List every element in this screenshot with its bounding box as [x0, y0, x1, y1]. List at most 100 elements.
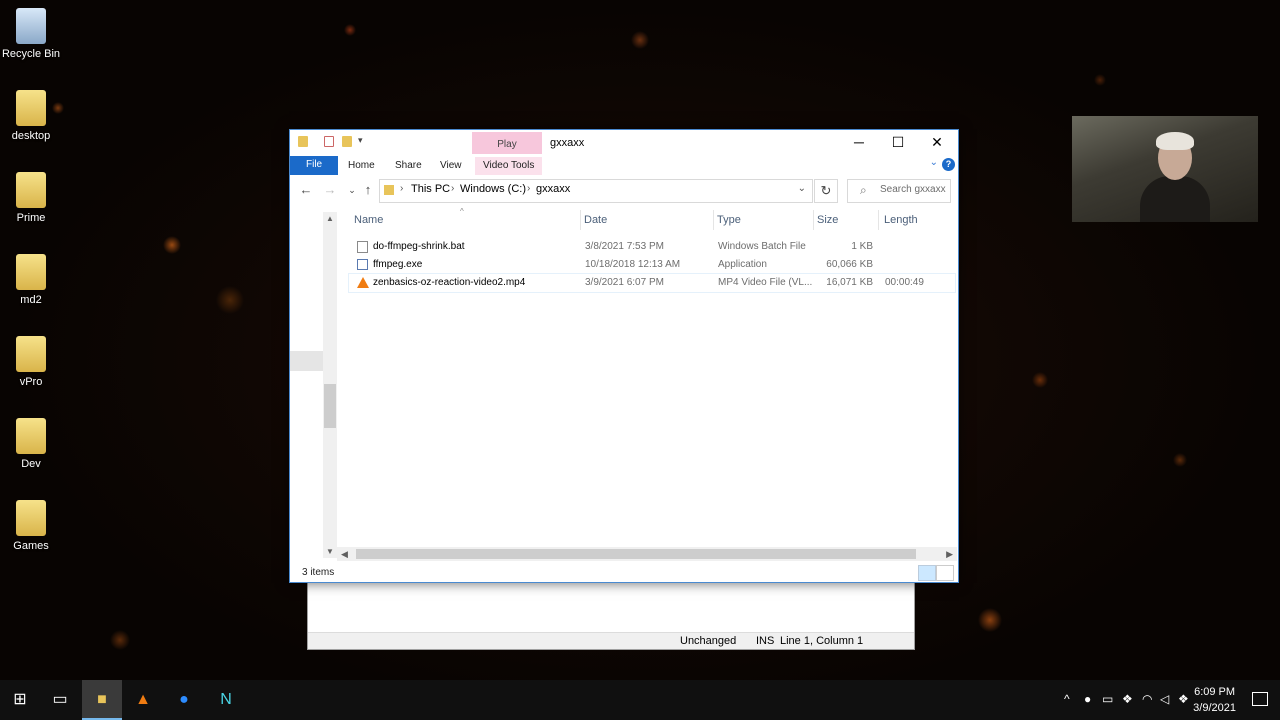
microphone-icon[interactable]: ●	[1084, 692, 1091, 706]
new-folder-icon[interactable]	[342, 136, 352, 147]
editor-status-bar: Unchanged INS Line 1, Column 1	[308, 632, 914, 649]
column-type[interactable]: Type	[717, 214, 741, 226]
search-box[interactable]: ⌕ Search gxxaxx	[847, 179, 951, 203]
file-explorer-window[interactable]: ▾ Play gxxaxx ─ ☐ ✕ File Home Share View…	[289, 129, 959, 583]
clock-date: 3/9/2021	[1193, 702, 1236, 714]
breadcrumb-separator-icon[interactable]: ›	[400, 183, 403, 194]
file-length: 00:00:49	[885, 277, 924, 288]
clock-time: 6:09 PM	[1194, 686, 1236, 698]
folder-shortcut-icon	[16, 90, 46, 126]
recent-locations-icon[interactable]: ⌄	[344, 182, 360, 198]
column-length[interactable]: Length	[884, 214, 918, 226]
close-button[interactable]: ✕	[918, 130, 956, 154]
tab-home[interactable]: Home	[340, 157, 383, 175]
breadcrumb-separator-icon[interactable]: ›	[451, 183, 454, 194]
column-headers: ^ Name Date Type Size Length	[337, 207, 957, 230]
file-type: MP4 Video File (VL...	[718, 277, 813, 288]
maximize-button[interactable]: ☐	[879, 130, 917, 154]
scroll-up-icon[interactable]: ▲	[323, 214, 337, 223]
navigation-bar: ← → ⌄ ↑ › This PC › Windows (C:) › gxxax…	[290, 178, 958, 204]
tab-view[interactable]: View	[432, 157, 470, 175]
file-row[interactable]: ffmpeg.exe 10/18/2018 12:13 AM Applicati…	[349, 256, 955, 274]
refresh-icon[interactable]: ↻	[814, 179, 838, 203]
webcam-person-body	[1140, 176, 1210, 222]
address-dropdown-icon[interactable]: ⌄	[798, 183, 806, 194]
tab-file[interactable]: File	[290, 156, 339, 175]
details-view-icon[interactable]	[918, 565, 936, 581]
dropbox-icon[interactable]: ❖	[1122, 692, 1133, 706]
desktop-icon-desktop[interactable]: desktop	[0, 90, 62, 142]
desktop-icon-vpro[interactable]: vPro	[0, 336, 62, 388]
horizontal-scrollbar[interactable]: ◀ ▶	[337, 547, 957, 561]
notification-center-icon[interactable]	[1252, 692, 1268, 706]
forward-arrow-icon[interactable]: →	[322, 182, 338, 198]
desktop-icon-games[interactable]: Games	[0, 500, 62, 552]
help-icon[interactable]: ?	[942, 158, 955, 171]
navigation-pane-scrollbar[interactable]: ▲ ▼	[323, 212, 337, 558]
tab-share[interactable]: Share	[387, 157, 430, 175]
tab-video-tools[interactable]: Video Tools	[475, 157, 543, 175]
desktop-icon-label: desktop	[11, 130, 51, 142]
desktop-icon-prime[interactable]: Prime	[0, 172, 62, 224]
scroll-right-icon[interactable]: ▶	[946, 547, 953, 561]
large-icons-view-icon[interactable]	[936, 565, 954, 581]
desktop-icon-md2[interactable]: md2	[0, 254, 62, 306]
ribbon-expand-icon[interactable]: ⌄	[930, 157, 938, 168]
column-divider[interactable]	[580, 210, 581, 230]
file-date: 3/9/2021 6:07 PM	[585, 277, 664, 288]
battery-icon[interactable]: ▭	[1102, 692, 1113, 706]
notepad-taskbar-icon[interactable]: N	[206, 680, 246, 720]
column-divider[interactable]	[878, 210, 879, 230]
column-name[interactable]: Name	[354, 214, 383, 226]
volume-icon[interactable]: ◁	[1160, 692, 1169, 706]
breadcrumb-separator-icon[interactable]: ›	[527, 183, 530, 194]
desktop-icon-dev[interactable]: Dev	[0, 418, 62, 470]
column-size[interactable]: Size	[817, 214, 838, 226]
task-view-icon[interactable]: ▭	[40, 680, 80, 720]
vlc-taskbar-icon[interactable]: ▲	[123, 680, 163, 720]
taskbar: ⊞ ▭ ■ ▲ ● N ^ ● ▭ ❖ ◠ ◁ ❖ 6:09 PM 3/9/20…	[0, 680, 1280, 720]
file-explorer-taskbar-icon[interactable]: ■	[82, 680, 122, 720]
up-arrow-icon[interactable]: ↑	[360, 182, 376, 198]
windows-start-icon[interactable]: ⊞	[0, 680, 40, 720]
editor-mode-status: INS	[756, 635, 775, 647]
zoom-taskbar-icon[interactable]: ●	[164, 680, 204, 720]
scroll-left-icon[interactable]: ◀	[341, 547, 348, 561]
quick-access-dropdown-icon[interactable]: ▾	[358, 135, 363, 146]
column-divider[interactable]	[813, 210, 814, 230]
play-contextual-tab[interactable]: Play	[472, 132, 542, 154]
file-row[interactable]: do-ffmpeg-shrink.bat 3/8/2021 7:53 PM Wi…	[349, 238, 955, 256]
network-icon[interactable]: ◠	[1142, 692, 1152, 706]
scrollbar-thumb[interactable]	[356, 549, 916, 559]
navigation-pane[interactable]	[290, 208, 324, 560]
breadcrumb-gxxaxx[interactable]: gxxaxx	[536, 183, 570, 195]
item-count: 3 items	[302, 567, 335, 578]
scrollbar-thumb[interactable]	[324, 384, 336, 428]
breadcrumb-this-pc[interactable]: This PC	[411, 183, 450, 195]
column-date[interactable]: Date	[584, 214, 607, 226]
scroll-down-icon[interactable]: ▼	[323, 547, 337, 556]
system-clock[interactable]: 6:09 PM 3/9/2021	[1193, 684, 1236, 716]
navigation-pane-selected-item[interactable]	[290, 351, 323, 371]
editor-encoding-status: Unchanged	[680, 635, 737, 647]
back-arrow-icon[interactable]: ←	[298, 182, 314, 198]
folder-shortcut-icon	[16, 254, 46, 290]
show-hidden-icons-icon[interactable]: ^	[1064, 692, 1070, 706]
desktop-icon-recycle-bin[interactable]: Recycle Bin	[0, 8, 62, 60]
mouse-cursor-icon	[520, 424, 529, 438]
vlc-video-icon	[357, 277, 369, 288]
breadcrumb-windows-c[interactable]: Windows (C:)	[460, 183, 526, 195]
file-row[interactable]: zenbasics-oz-reaction-video2.mp4 3/9/202…	[348, 273, 956, 293]
file-name: ffmpeg.exe	[373, 259, 423, 270]
address-bar[interactable]: › This PC › Windows (C:) › gxxaxx ⌄	[379, 179, 813, 203]
search-icon: ⌕	[860, 183, 867, 197]
column-divider[interactable]	[713, 210, 714, 230]
file-date: 10/18/2018 12:13 AM	[585, 259, 681, 270]
minimize-button[interactable]: ─	[840, 130, 878, 154]
properties-icon[interactable]	[324, 136, 334, 147]
background-editor-window[interactable]: Unchanged INS Line 1, Column 1	[307, 580, 915, 650]
file-size: 1 KB	[851, 241, 873, 252]
title-bar[interactable]: ▾ Play gxxaxx ─ ☐ ✕	[290, 130, 958, 154]
file-type: Windows Batch File	[718, 241, 806, 252]
dropbox-alt-icon[interactable]: ❖	[1178, 692, 1189, 706]
